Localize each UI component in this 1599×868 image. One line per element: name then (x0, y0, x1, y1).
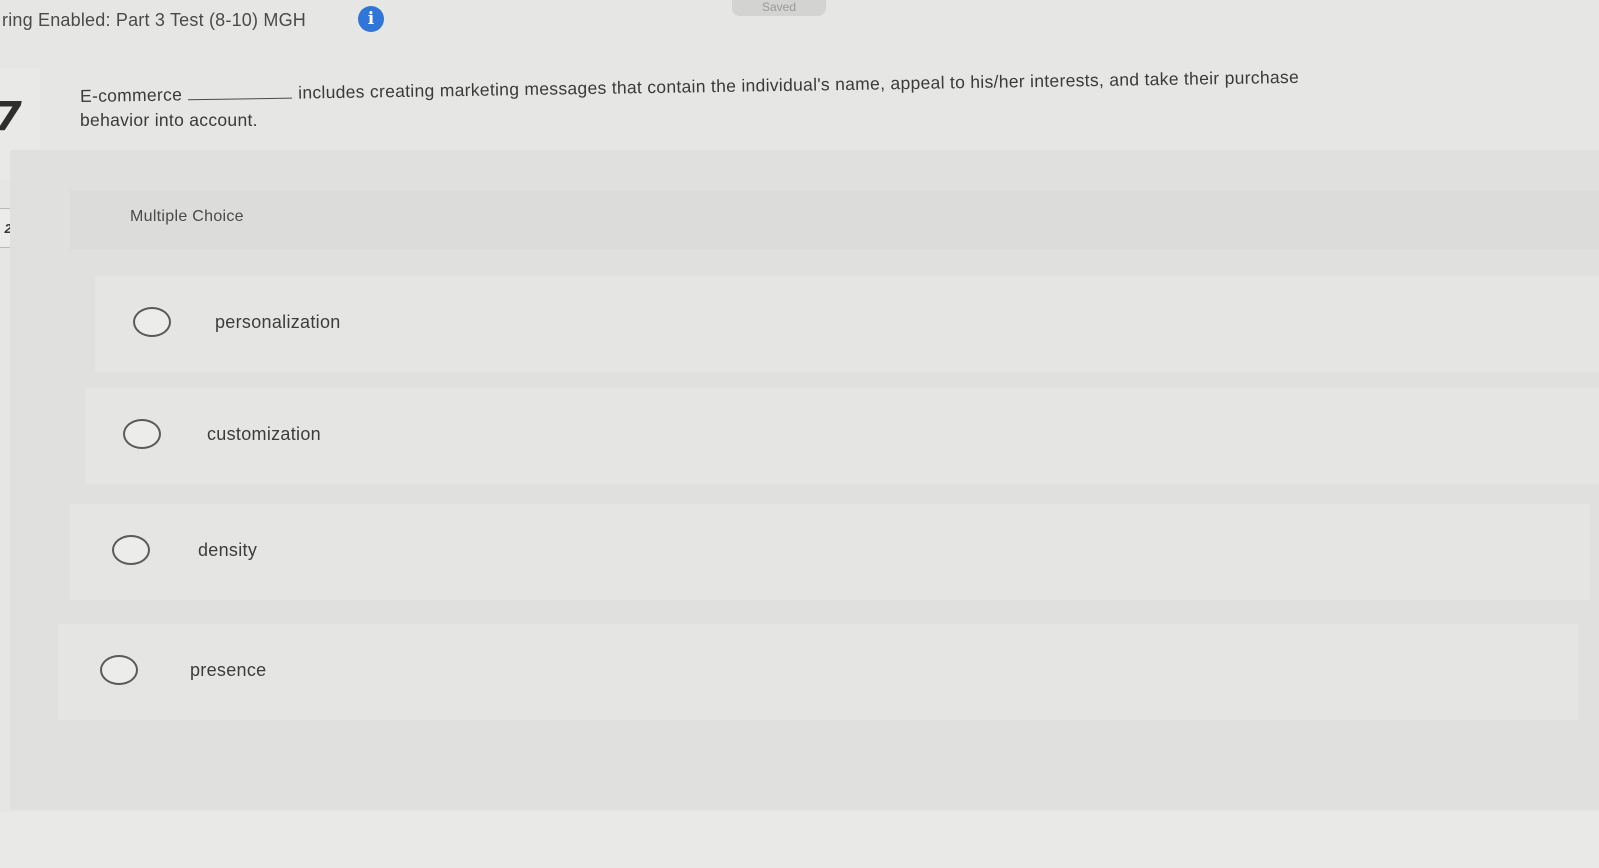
radio-button-icon[interactable] (100, 655, 138, 685)
answer-option-personalization[interactable]: personalization (95, 276, 1599, 372)
answer-option-customization[interactable]: customization (85, 388, 1599, 484)
assignment-title: ring Enabled: Part 3 Test (8-10) MGH (2, 10, 306, 30)
saved-status-badge: Saved (732, 0, 826, 16)
answer-option-presence[interactable]: presence (58, 624, 1578, 720)
radio-button-icon[interactable] (112, 535, 150, 565)
answer-option-label: personalization (215, 312, 341, 332)
answer-option-label: density (198, 540, 258, 560)
radio-button-icon[interactable] (133, 307, 171, 337)
stem-text-before-blank: E-commerce (79, 84, 183, 106)
question-stem: E-commerce includes creating marketing me… (79, 67, 1560, 132)
page-footer-area (0, 812, 1599, 868)
top-bar: ring Enabled: Part 3 Test (8-10) MGH i S… (0, 0, 1599, 48)
radio-button-icon[interactable] (123, 419, 161, 449)
fill-in-blank (188, 83, 293, 101)
question-type-label: Multiple Choice (130, 208, 244, 225)
stem-text-line2: behavior into account. (80, 110, 258, 130)
info-icon[interactable]: i (358, 6, 384, 32)
stem-text-after-blank: includes creating marketing messages tha… (298, 66, 1300, 103)
answer-option-density[interactable]: density (70, 504, 1590, 600)
question-number: 7 (0, 94, 22, 140)
answer-card-header (70, 190, 1599, 250)
answer-option-label: presence (190, 660, 267, 680)
answer-option-label: customization (207, 424, 321, 444)
